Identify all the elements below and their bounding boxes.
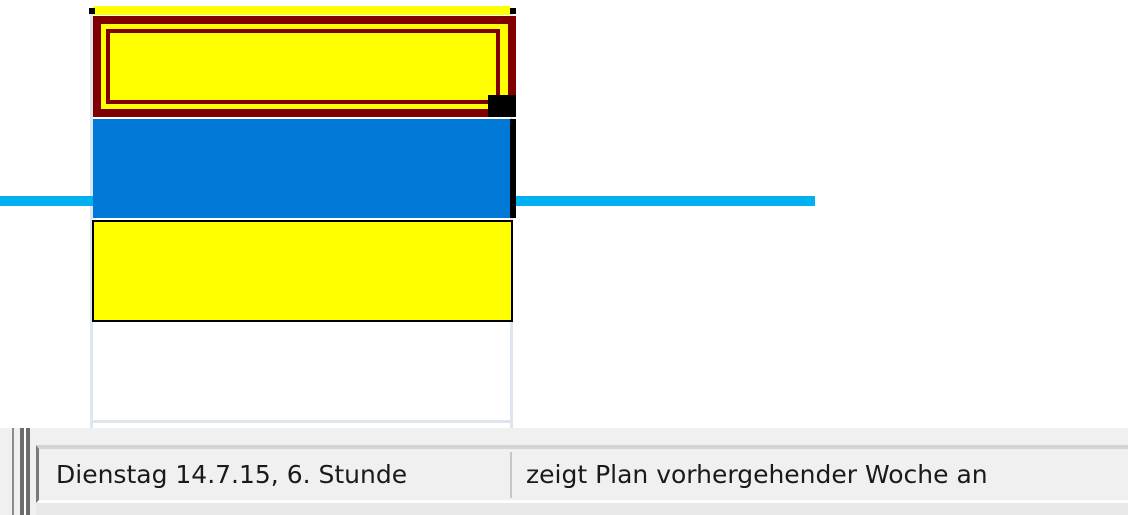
status-hint-text: zeigt Plan vorhergehender Woche an <box>526 460 988 489</box>
status-panel-datetime: Dienstag 14.7.15, 6. Stunde <box>50 452 512 498</box>
lesson-block-previous[interactable] <box>93 6 510 15</box>
timetable-grid-line-bottom <box>90 420 513 423</box>
window-border-bottom <box>36 503 1128 515</box>
lesson-block-highlighted[interactable] <box>93 119 511 218</box>
selection-handle-right[interactable] <box>510 8 516 14</box>
selection-handle-left[interactable] <box>89 8 95 14</box>
resize-handle[interactable] <box>488 95 516 117</box>
window-border-left <box>0 428 14 515</box>
lesson-block-edge <box>510 119 516 218</box>
splitter-bar[interactable] <box>20 428 30 515</box>
status-panel-hint: zeigt Plan vorhergehender Woche an <box>516 452 1128 498</box>
lesson-block-selection-frame <box>106 29 500 104</box>
status-datetime-text: Dienstag 14.7.15, 6. Stunde <box>56 460 408 489</box>
lesson-block[interactable] <box>92 220 513 322</box>
